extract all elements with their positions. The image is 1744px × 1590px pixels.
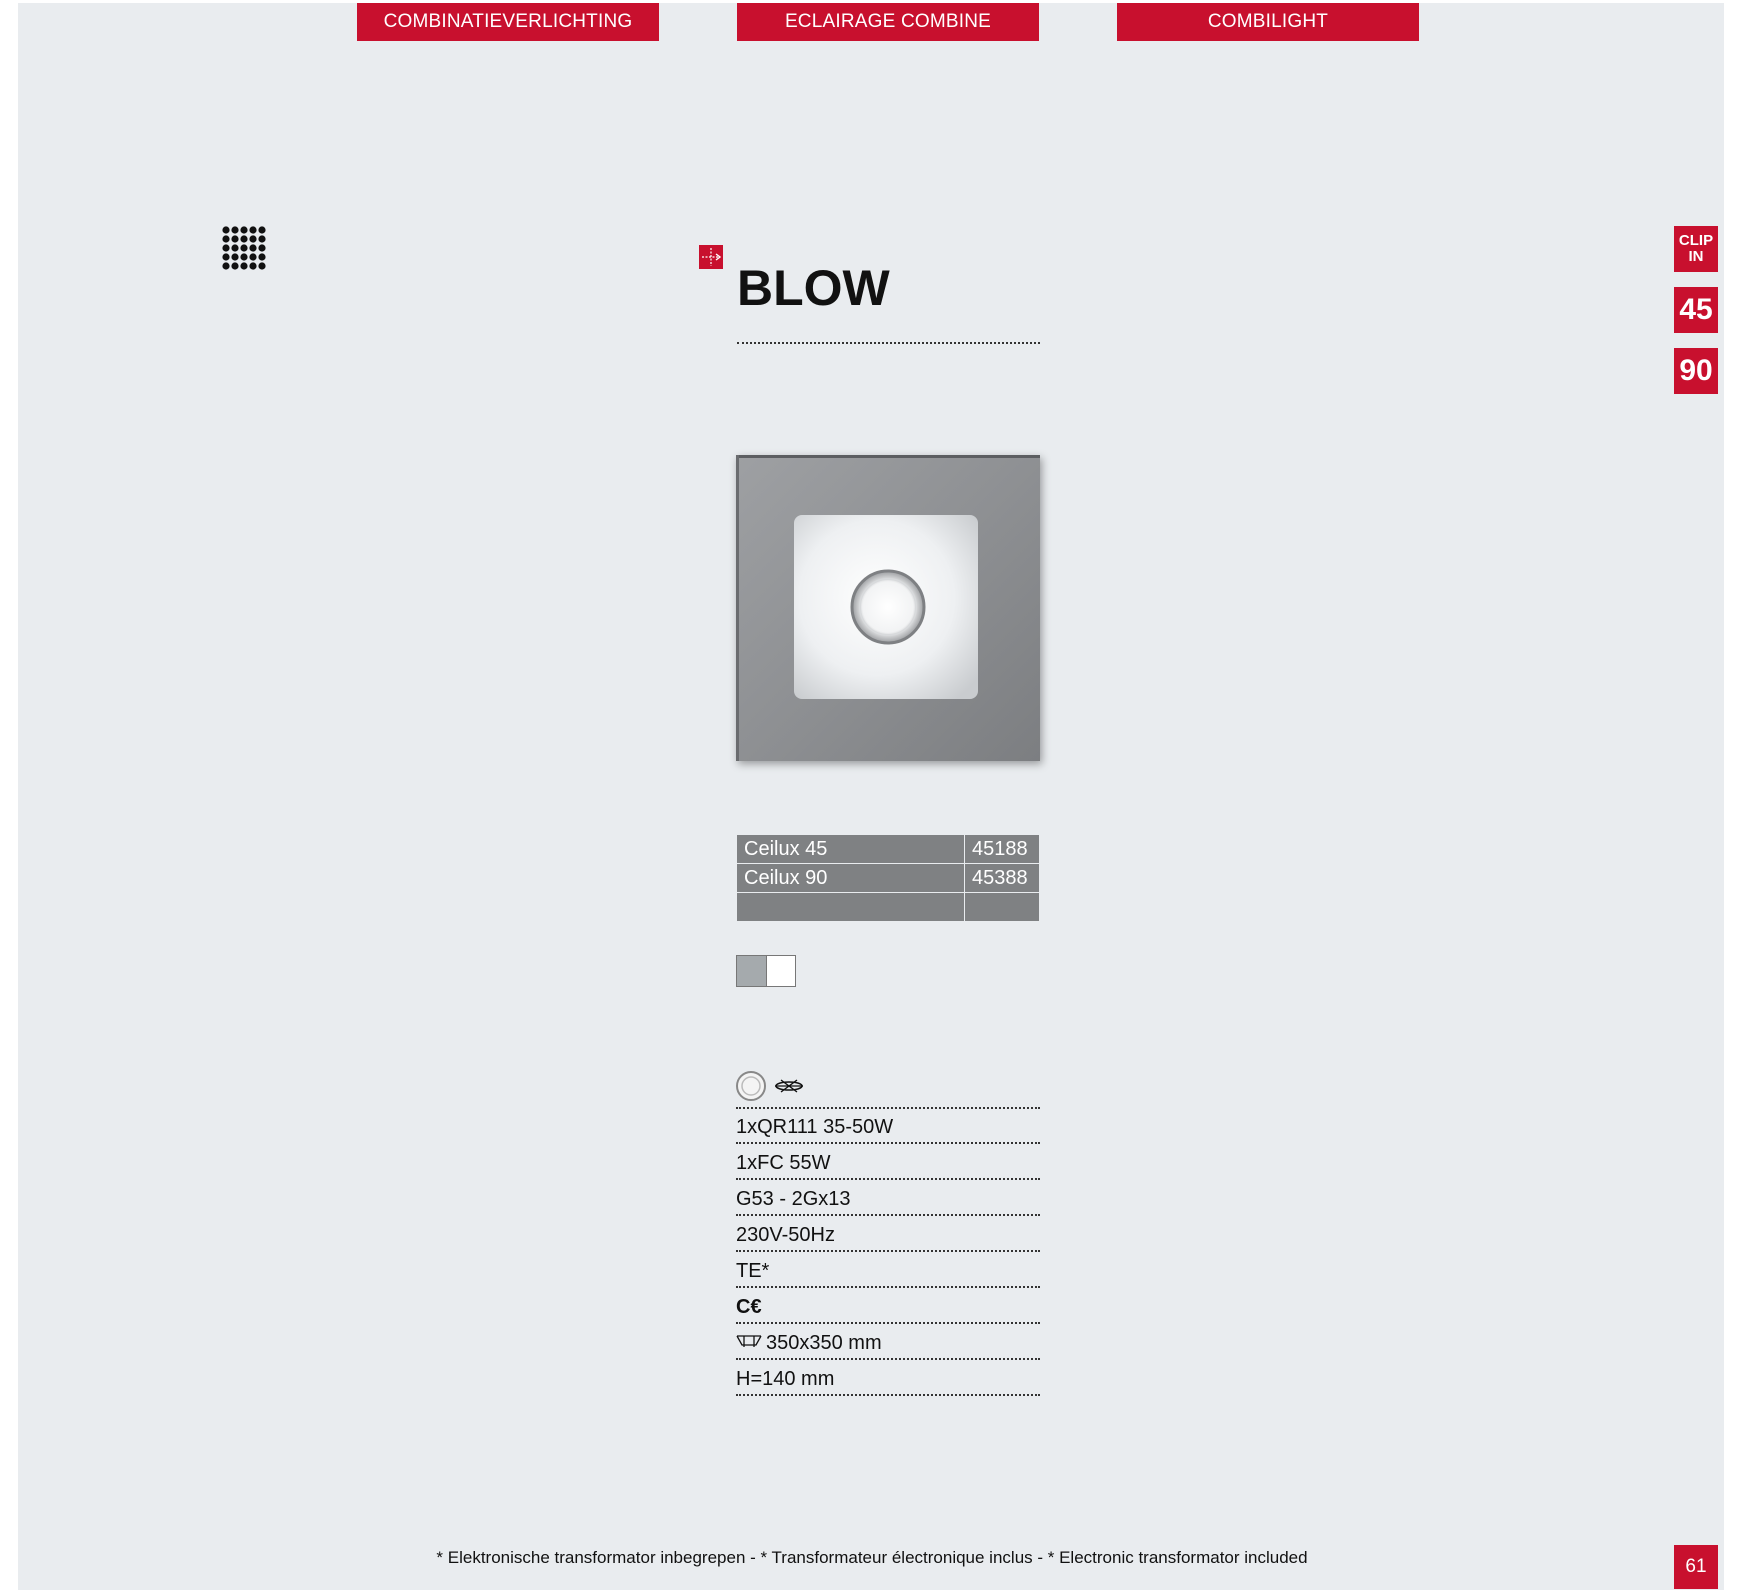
page-number: 61 [1674,1545,1718,1589]
dot-grid-icon [222,226,266,275]
ce-mark-icon: C€ [736,1296,762,1318]
spec-socket: G53 - 2Gx13 [736,1188,851,1210]
tab-combinatieverlichting: COMBINATIEVERLICHTING [357,3,659,41]
spec-transformer: TE* [736,1260,770,1282]
round-lamp-icon [735,1070,767,1107]
clip-in-badge: CLIP IN [1674,226,1718,272]
code-name: Ceilux 90 [736,863,965,893]
lamp-type-icons [735,1070,805,1107]
finish-swatches [736,955,796,987]
badge-45: 45 [1674,287,1718,333]
in-label: IN [1688,248,1704,265]
title-divider [737,342,1040,344]
spec-height: H=140 mm [736,1368,835,1390]
clip-label: CLIP [1678,232,1714,249]
table-row [736,892,1040,922]
list-item: 1xFC 55W [736,1144,1040,1180]
list-item: C€ [736,1288,1040,1324]
recessed-arrows-icon [699,245,723,274]
list-item: TE* [736,1252,1040,1288]
spec-lamp2: 1xFC 55W [736,1152,831,1174]
product-codes-table: Ceilux 45 45188 Ceilux 90 45388 [736,834,1040,922]
table-row: Ceilux 45 45188 [736,834,1040,864]
list-item: 350x350 mm [736,1324,1040,1360]
spec-voltage: 230V-50Hz [736,1224,835,1246]
spec-cutout: 350x350 mm [766,1332,882,1354]
badge-90: 90 [1674,348,1718,394]
code-number [964,892,1040,922]
tab-combilight: COMBILIGHT [1117,3,1419,41]
spec-list: 1xQR111 35-50W 1xFC 55W G53 - 2Gx13 230V… [736,1108,1040,1396]
table-row: Ceilux 90 45388 [736,863,1040,893]
fluorescent-lamp-icon [773,1076,805,1101]
list-item: 1xQR111 35-50W [736,1108,1040,1144]
ceiling-cutout-icon [736,1332,762,1355]
product-title: BLOW [737,260,890,316]
code-number: 45188 [964,834,1040,864]
tab-eclairage-combine: ECLAIRAGE COMBINE [737,3,1039,41]
list-item: H=140 mm [736,1360,1040,1396]
finish-grey [737,956,766,986]
finish-white [766,956,795,986]
code-number: 45388 [964,863,1040,893]
footnote: * Elektronische transformator inbegrepen… [436,1548,1308,1567]
spec-lamp1: 1xQR111 35-50W [736,1116,894,1138]
code-name: Ceilux 45 [736,834,965,864]
list-item: G53 - 2Gx13 [736,1180,1040,1216]
product-image [736,455,1040,761]
list-item: 230V-50Hz [736,1216,1040,1252]
code-name [736,892,965,922]
